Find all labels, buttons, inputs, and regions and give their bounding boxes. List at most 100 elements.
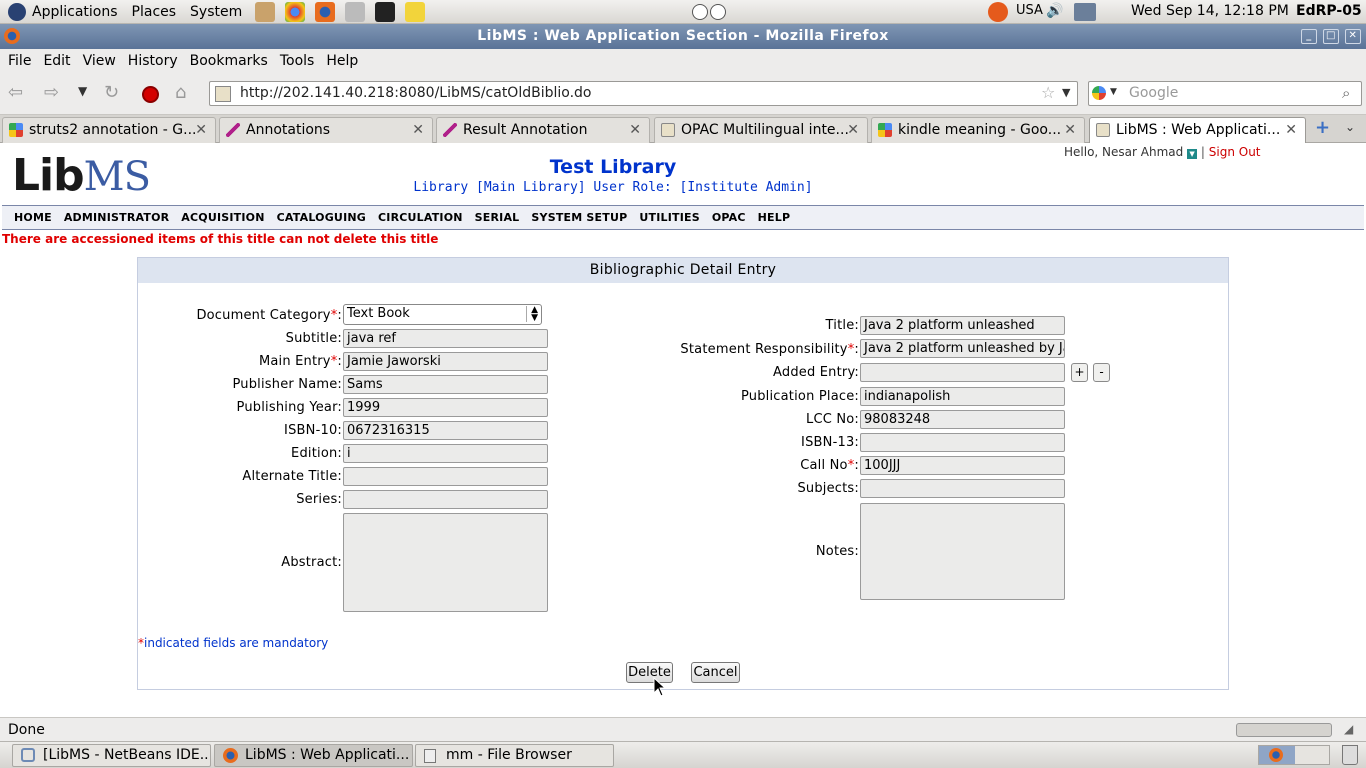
quill-favicon-icon (226, 123, 240, 137)
nav-administrator[interactable]: ADMINISTRATOR (64, 211, 169, 224)
back-icon[interactable]: ⇦ (8, 82, 23, 103)
reload-icon[interactable]: ↻ (104, 82, 119, 103)
document-category-select[interactable]: Text Book ▲ ▼ (343, 304, 542, 325)
add-entry-button[interactable]: + (1071, 363, 1088, 382)
delete-button[interactable]: Delete (626, 662, 673, 683)
nav-circulation[interactable]: CIRCULATION (378, 211, 463, 224)
nav-home[interactable]: HOME (14, 211, 52, 224)
system-menu[interactable]: System (190, 4, 242, 20)
subjects-input[interactable] (860, 479, 1065, 498)
user-dropdown-icon[interactable]: ▼ (1187, 149, 1198, 159)
nav-serial[interactable]: SERIAL (475, 211, 520, 224)
fedora-icon[interactable] (8, 2, 26, 21)
tab-label: struts2 annotation - G... (29, 122, 197, 138)
menu-edit[interactable]: Edit (43, 53, 70, 69)
publication-place-input[interactable]: indianapolish (860, 387, 1065, 406)
google-engine-icon[interactable] (1092, 86, 1106, 100)
menu-bookmarks[interactable]: Bookmarks (190, 53, 268, 69)
nav-cataloguing[interactable]: CATALOGUING (277, 211, 366, 224)
resize-grip-icon[interactable]: ◢ (1344, 722, 1353, 736)
book-icon[interactable] (255, 1, 276, 22)
added-entry-input[interactable] (860, 363, 1065, 382)
tab-annotations[interactable]: Annotations ✕ (219, 117, 433, 143)
series-input[interactable] (343, 490, 548, 509)
browser-menu-bar: File Edit View History Bookmarks Tools H… (0, 49, 1366, 73)
engine-dropdown-icon[interactable]: ▼ (1110, 87, 1117, 97)
menu-view[interactable]: View (83, 53, 116, 69)
call-no-input[interactable]: 100JJJ (860, 456, 1065, 475)
update-icon[interactable] (988, 2, 1008, 22)
publishing-year-input[interactable]: 1999 (343, 398, 548, 417)
history-dropdown-icon[interactable]: ▼ (78, 84, 87, 98)
page-favicon-icon (1096, 123, 1110, 137)
tab-list-icon[interactable]: ⌄ (1345, 120, 1355, 134)
tab-opac[interactable]: OPAC Multilingual inte... ✕ (654, 117, 868, 143)
notes-textarea[interactable] (860, 503, 1065, 600)
taskbar-firefox[interactable]: LibMS : Web Applicati... (214, 744, 413, 767)
nav-help[interactable]: HELP (758, 211, 791, 224)
statement-responsibility-input[interactable]: Java 2 platform unleashed by Jamie (860, 339, 1065, 358)
taskbar-netbeans[interactable]: [LibMS - NetBeans IDE... (12, 744, 211, 767)
maximize-icon[interactable]: □ (1323, 29, 1339, 44)
forward-icon[interactable]: ⇨ (44, 82, 59, 103)
tab-close-icon[interactable]: ✕ (195, 118, 207, 142)
tab-libms[interactable]: LibMS : Web Applicati... ✕ (1089, 117, 1306, 144)
tab-close-icon[interactable]: ✕ (1285, 118, 1297, 142)
home-icon[interactable]: ⌂ (175, 82, 186, 103)
cancel-button[interactable]: Cancel (691, 662, 740, 683)
subtitle-input[interactable]: java ref (343, 329, 548, 348)
bookmark-star-icon[interactable]: ☆ (1041, 83, 1055, 102)
network-status-icon[interactable] (1074, 3, 1096, 21)
notes-icon[interactable] (405, 1, 426, 22)
isbn10-input[interactable]: 0672316315 (343, 421, 548, 440)
workspace-switcher[interactable] (1258, 745, 1330, 765)
alternate-title-input[interactable] (343, 467, 548, 486)
close-icon[interactable]: ✕ (1345, 29, 1361, 44)
subtitle-label: Subtitle: (285, 331, 342, 346)
tab-result-annotation[interactable]: Result Annotation ✕ (436, 117, 650, 143)
menu-help[interactable]: Help (326, 53, 358, 69)
title-input[interactable]: Java 2 platform unleashed (860, 316, 1065, 335)
nav-opac[interactable]: OPAC (712, 211, 746, 224)
firefox-icon[interactable] (315, 1, 336, 22)
tab-kindle[interactable]: kindle meaning - Goo... ✕ (871, 117, 1085, 143)
nav-utilities[interactable]: UTILITIES (639, 211, 699, 224)
abstract-textarea[interactable] (343, 513, 548, 612)
menu-file[interactable]: File (8, 53, 31, 69)
tab-close-icon[interactable]: ✕ (847, 118, 859, 142)
clock[interactable]: Wed Sep 14, 12:18 PM (1131, 3, 1289, 19)
tab-close-icon[interactable]: ✕ (629, 118, 641, 142)
edition-input[interactable]: i (343, 444, 548, 463)
search-placeholder[interactable]: Google (1129, 85, 1178, 101)
trash-icon[interactable] (1342, 745, 1358, 765)
tab-close-icon[interactable]: ✕ (412, 118, 424, 142)
nav-system-setup[interactable]: SYSTEM SETUP (531, 211, 627, 224)
publisher-input[interactable]: Sams (343, 375, 548, 394)
network-icon[interactable] (345, 1, 366, 22)
search-icon[interactable]: ⌕ (1342, 84, 1350, 102)
keyboard-layout[interactable]: USA (1016, 3, 1043, 18)
sign-out-link[interactable]: Sign Out (1209, 145, 1261, 159)
lcc-input[interactable]: 98083248 (860, 410, 1065, 429)
chrome-icon[interactable] (285, 1, 306, 22)
minimize-icon[interactable]: _ (1301, 29, 1317, 44)
isbn13-input[interactable] (860, 433, 1065, 452)
taskbar-file-browser[interactable]: mm - File Browser (415, 744, 614, 767)
tab-struts2[interactable]: struts2 annotation - G... ✕ (2, 117, 216, 143)
stop-icon[interactable] (142, 86, 159, 103)
window-title: LibMS : Web Application Section - Mozill… (477, 28, 889, 44)
new-tab-icon[interactable]: + (1315, 117, 1330, 138)
menu-tools[interactable]: Tools (280, 53, 315, 69)
menu-history[interactable]: History (128, 53, 178, 69)
places-menu[interactable]: Places (132, 4, 177, 20)
volume-icon[interactable]: 🔊 (1046, 3, 1063, 19)
main-entry-input[interactable]: Jamie Jaworski (343, 352, 548, 371)
url-text[interactable]: http://202.141.40.218:8080/LibMS/catOldB… (240, 85, 591, 101)
tab-close-icon[interactable]: ✕ (1064, 118, 1076, 142)
terminal-icon[interactable] (375, 1, 396, 22)
site-identity-icon[interactable] (215, 86, 231, 102)
url-dropdown-icon[interactable]: ▼ (1062, 86, 1070, 99)
applications-menu[interactable]: Applications (32, 4, 118, 20)
remove-entry-button[interactable]: - (1093, 363, 1110, 382)
nav-acquisition[interactable]: ACQUISITION (181, 211, 264, 224)
